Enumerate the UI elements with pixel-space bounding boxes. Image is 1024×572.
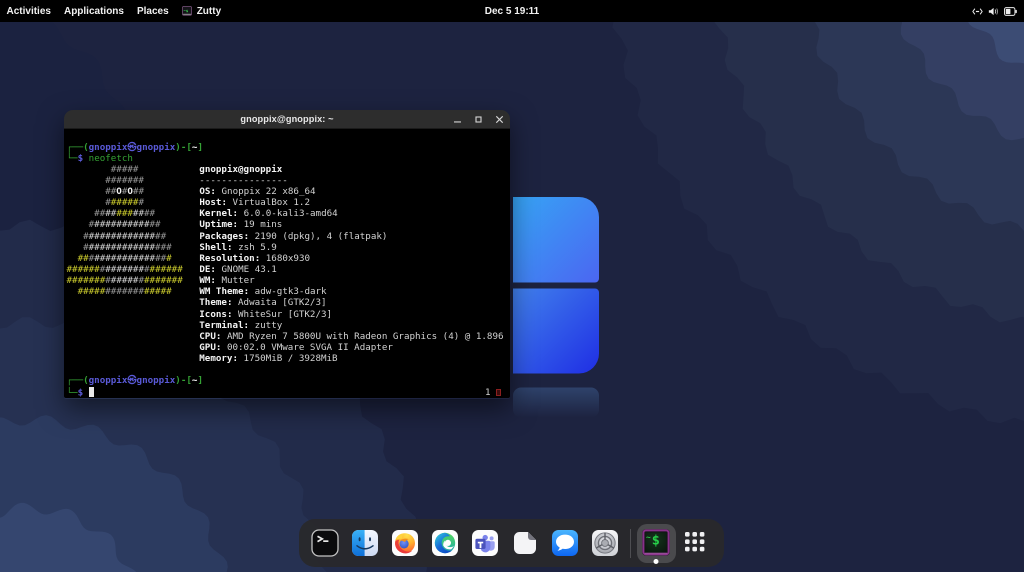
minimize-button[interactable] (448, 110, 466, 129)
dock-icon-firefox[interactable] (385, 519, 425, 567)
dock-icon-messages[interactable] (545, 519, 585, 567)
terminal-line: ┌──(gnoppix㉿gnoppix)-[~] (67, 142, 504, 153)
close-button[interactable] (490, 110, 508, 129)
clock-label: Dec 5 19:11 (485, 6, 540, 17)
terminal-cursor (89, 387, 95, 397)
terminal-line: └─$ 1 (67, 387, 504, 398)
terminal-line: ##### gnoppix@gnoppix (67, 164, 504, 175)
dock-icon-app-grid[interactable] (676, 519, 716, 567)
terminal-line: ################# WM Theme: adw-gtk3-dar… (67, 286, 504, 297)
terminal-text: ┌──(gnoppix㉿gnoppix)-[~]└─$ neofetch ###… (67, 142, 504, 398)
terminal-line: Memory: 1750MiB / 3928MiB (67, 353, 504, 364)
dock-icon-zutty[interactable]: ~$ (636, 519, 676, 567)
network-icon (972, 6, 983, 17)
maximize-button[interactable] (469, 110, 487, 129)
clock[interactable]: Dec 5 19:11 (485, 6, 540, 17)
dock: ~$ (299, 519, 724, 567)
svg-text:~$: ~$ (183, 8, 188, 13)
svg-text:~: ~ (646, 533, 651, 542)
terminal-line: Terminal: zutty (67, 320, 504, 331)
activities-label: Activities (7, 6, 51, 17)
volume-icon (988, 6, 999, 17)
focused-app-menu[interactable]: ~$ Zutty (175, 0, 227, 22)
terminal-window: gnoppix@gnoppix: ~ ┌──(gnoppix㉿gnoppix)-… (64, 110, 510, 399)
terminal-line: └─$ neofetch (67, 153, 504, 164)
places-menu[interactable]: Places (130, 0, 175, 22)
terminal-line (67, 364, 504, 375)
applications-label: Applications (64, 6, 124, 17)
terminal-line: ##################### WM: Mutter (67, 275, 504, 286)
terminal-line: GPU: 00:02.0 VMware SVGA II Adapter (67, 342, 504, 353)
desktop: Activities Applications Places ~$ Zutty … (0, 0, 1024, 572)
dock-icon-document[interactable] (505, 519, 545, 567)
top-bar: Activities Applications Places ~$ Zutty … (0, 0, 1024, 22)
running-indicator-dot (654, 559, 659, 564)
focused-app-label: Zutty (197, 6, 221, 17)
terminal-line: ##################### DE: GNOME 43.1 (67, 264, 504, 275)
terminal-line: ########### Kernel: 6.0.0-kali3-amd64 (67, 208, 504, 219)
places-label: Places (137, 6, 169, 17)
battery-icon (1004, 6, 1017, 17)
dock-icon-settings[interactable] (585, 519, 625, 567)
activities-button[interactable]: Activities (0, 0, 57, 22)
dock-icon-terminal[interactable] (305, 519, 345, 567)
terminal-line: ############### Packages: 2190 (dpkg), 4… (67, 231, 504, 242)
terminal-screen[interactable]: ┌──(gnoppix㉿gnoppix)-[~]└─$ neofetch ###… (64, 129, 510, 398)
terminal-line: ┌──(gnoppix㉿gnoppix)-[~] (67, 375, 504, 386)
logo-reflection (513, 388, 599, 418)
dock-icon-teams[interactable] (465, 519, 505, 567)
window-titlebar[interactable]: gnoppix@gnoppix: ~ (64, 110, 510, 129)
terminal-line: ############# Uptime: 19 mins (67, 219, 504, 230)
terminal-line: Theme: Adwaita [GTK2/3] (67, 297, 504, 308)
terminal-line: Icons: WhiteSur [GTK2/3] (67, 309, 504, 320)
terminal-line: ##O#O## OS: Gnoppix 22 x86_64 (67, 186, 504, 197)
applications-menu[interactable]: Applications (57, 0, 130, 22)
terminal-line: ################# Resolution: 1680x930 (67, 253, 504, 264)
dock-icon-files[interactable] (345, 519, 385, 567)
terminal-line: ################ Shell: zsh 5.9 (67, 242, 504, 253)
dock-separator (630, 529, 631, 558)
terminal-line: ####### ---------------- (67, 175, 504, 186)
system-status-area[interactable] (972, 0, 1017, 22)
svg-text:$: $ (652, 532, 660, 548)
window-title: gnoppix@gnoppix: ~ (240, 114, 333, 124)
zutty-app-icon: ~$ (182, 6, 192, 16)
terminal-line: ####### Host: VirtualBox 1.2 (67, 197, 504, 208)
terminal-line: CPU: AMD Ryzen 7 5800U with Radeon Graph… (67, 331, 504, 342)
dock-icon-edge[interactable] (425, 519, 465, 567)
